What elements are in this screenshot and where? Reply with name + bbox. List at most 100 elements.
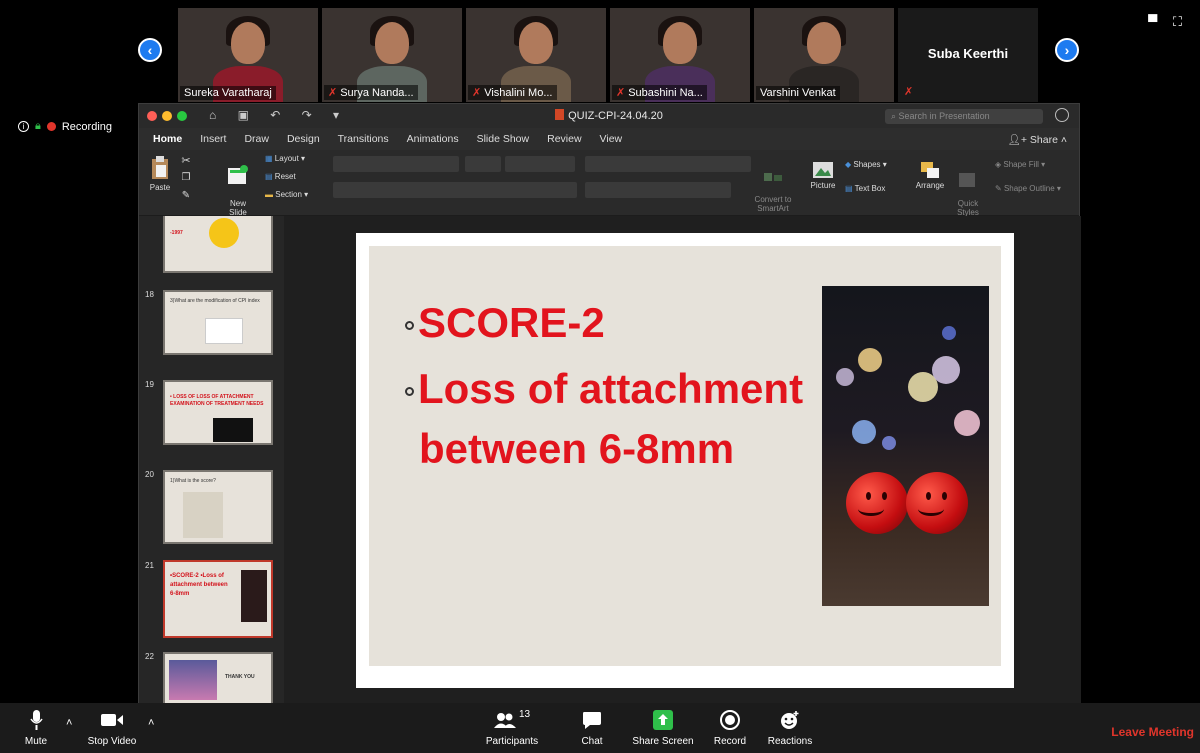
format-painter-icon[interactable]: ✎ (179, 190, 193, 201)
recording-dot-icon (46, 122, 56, 131)
slide-number: 20 (145, 470, 154, 479)
slide-thumbnail-selected[interactable]: •SCORE-2 •Loss of attachment between 6-8… (163, 560, 273, 638)
slide-thumbnail[interactable]: THANK YOU (163, 652, 273, 704)
font-size-buttons[interactable] (505, 156, 575, 172)
mic-muted-icon: ✗ (328, 87, 338, 99)
current-slide[interactable]: SCORE-2 Loss of attachment between 6-8mm (356, 233, 1014, 688)
audio-options-caret-icon[interactable]: ˄ (66, 717, 72, 729)
arrange-button[interactable]: Arrange (913, 162, 947, 190)
prev-participants-button[interactable]: ‹ (138, 38, 162, 62)
slide-thumbnail[interactable]: 1)What is the score? (163, 470, 273, 544)
reactions-icon (781, 711, 799, 729)
smartart-icon (764, 173, 782, 181)
feedback-smiley-icon[interactable] (1055, 108, 1069, 122)
share-screen-icon (653, 710, 673, 730)
reactions-button[interactable]: Reactions (762, 709, 818, 747)
font-format-buttons[interactable] (333, 182, 577, 198)
participant-name: Suba Keerthi (927, 46, 1009, 61)
tab-insert[interactable]: Insert (200, 133, 226, 145)
leave-meeting-button[interactable]: Leave Meeting (1111, 725, 1194, 739)
search-presentation-input[interactable]: ⌕ Search in Presentation (885, 109, 1043, 124)
info-icon[interactable]: i (18, 121, 29, 132)
tab-animations[interactable]: Animations (407, 133, 459, 145)
convert-to-smartart-button[interactable]: Convert to SmartArt (753, 162, 793, 213)
copy-icon[interactable]: ❐ (179, 172, 193, 183)
meeting-status: i 🔒︎ Recording (18, 120, 112, 133)
participant-tile[interactable]: ✗ Subashini Na... (610, 8, 750, 102)
new-slide-button[interactable]: New Slide (223, 156, 253, 217)
tab-review[interactable]: Review (547, 133, 581, 145)
bullet-icon (405, 387, 414, 397)
slide-bullet[interactable]: Loss of attachment (405, 366, 803, 412)
text-box-button[interactable]: ▤ Text Box (845, 184, 885, 193)
powerpoint-window: ⌂ ▣ ↶ ↷ ▾ QUIZ-CPI-24.04.20 ⌕ Search in … (138, 103, 1081, 704)
tab-draw[interactable]: Draw (244, 133, 269, 145)
search-icon: ⌕ (891, 111, 899, 121)
smiley-ball-left (846, 472, 908, 534)
quick-styles-icon (959, 173, 975, 187)
slide-thumbnail[interactable]: 3)What are the modification of CPI index (163, 290, 273, 355)
slide-thumbnail[interactable]: • LOSS OF LOSS OF ATTACHMENT EXAMINATION… (163, 380, 273, 445)
participant-tile[interactable]: Sureka Varatharaj (178, 8, 318, 102)
layout-button[interactable]: ▦ Layout ▾ (265, 154, 305, 163)
recording-label: Recording (61, 120, 112, 133)
paragraph-align-buttons[interactable] (585, 182, 731, 198)
view-mode-icons[interactable]: ▀ ⛶ (1148, 14, 1188, 30)
participant-tile[interactable]: ✗ Surya Nanda... (322, 8, 462, 102)
shape-fill-button[interactable]: ◈ Shape Fill ▾ (995, 160, 1045, 169)
shape-outline-button[interactable]: ✎ Shape Outline ▾ (995, 184, 1061, 193)
tab-design[interactable]: Design (287, 133, 320, 145)
lock-icon[interactable]: 🔒︎ (35, 120, 41, 133)
slide-bullet[interactable]: SCORE-2 (405, 300, 605, 346)
chat-button[interactable]: Chat (572, 709, 612, 747)
participant-name: Subashini Na... (628, 87, 703, 99)
mic-muted-icon: ✗ (616, 87, 626, 99)
slide-number: 18 (145, 290, 154, 299)
thumb-image (205, 318, 243, 344)
paste-button[interactable]: Paste (147, 156, 173, 192)
video-options-caret-icon[interactable]: ˄ (148, 717, 154, 729)
share-button[interactable]: 👤︎+ Share ˄ (1008, 133, 1067, 146)
share-screen-button[interactable]: Share Screen (630, 709, 696, 747)
smiley-balls-photo[interactable] (822, 286, 989, 606)
smiley-ball-right (906, 472, 968, 534)
mic-muted-icon: ✗ (904, 86, 914, 98)
thumb-image (169, 660, 217, 700)
clipboard-icon (152, 156, 168, 179)
section-button[interactable]: ▬ Section ▾ (265, 190, 308, 199)
add-person-icon: 👤︎+ (1007, 134, 1030, 146)
cut-icon[interactable]: ✂ (179, 154, 193, 167)
ppt-titlebar: ⌂ ▣ ↶ ↷ ▾ QUIZ-CPI-24.04.20 ⌕ Search in … (139, 104, 1079, 128)
tab-view[interactable]: View (600, 133, 623, 145)
slide-thumbnail[interactable]: -1997 (163, 216, 273, 273)
slide-number: 19 (145, 380, 154, 389)
slide-editor[interactable]: SCORE-2 Loss of attachment between 6-8mm (284, 216, 1081, 704)
next-participants-button[interactable]: › (1055, 38, 1079, 62)
participant-tile[interactable]: ✗ Vishalini Mo... (466, 8, 606, 102)
thumb-image (241, 570, 267, 622)
participant-tile-no-video[interactable]: Suba Keerthi ✗ (898, 8, 1038, 102)
mute-button[interactable]: Mute (14, 709, 58, 747)
font-name-select[interactable] (333, 156, 459, 172)
thumb-image (213, 418, 253, 442)
slide-thumbnails-pane[interactable]: -1997 18 3)What are the modification of … (139, 216, 284, 704)
slide-bullet-continued[interactable]: between 6-8mm (419, 426, 734, 472)
video-camera-icon (101, 714, 123, 726)
record-button[interactable]: Record (708, 709, 752, 747)
tab-home[interactable]: Home (153, 133, 182, 145)
ribbon-tabs: Home Insert Draw Design Transitions Anim… (139, 128, 1079, 150)
shapes-button[interactable]: ◆ Shapes ▾ (845, 160, 887, 169)
reset-button[interactable]: ▤ Reset (265, 172, 296, 181)
stop-video-button[interactable]: Stop Video (82, 709, 142, 747)
quick-styles-button[interactable]: Quick Styles (953, 162, 983, 217)
slide-number: 22 (145, 652, 154, 661)
participants-button[interactable]: 13 Participants (472, 709, 552, 747)
tab-slide-show[interactable]: Slide Show (477, 133, 530, 145)
participant-name: Surya Nanda... (340, 87, 414, 99)
participant-tile[interactable]: Varshini Venkat (754, 8, 894, 102)
picture-button[interactable]: Picture (807, 162, 839, 190)
slide-canvas: SCORE-2 Loss of attachment between 6-8mm (369, 246, 1001, 666)
font-size-select[interactable] (465, 156, 501, 172)
tab-transitions[interactable]: Transitions (338, 133, 389, 145)
paragraph-list-buttons[interactable] (585, 156, 751, 172)
